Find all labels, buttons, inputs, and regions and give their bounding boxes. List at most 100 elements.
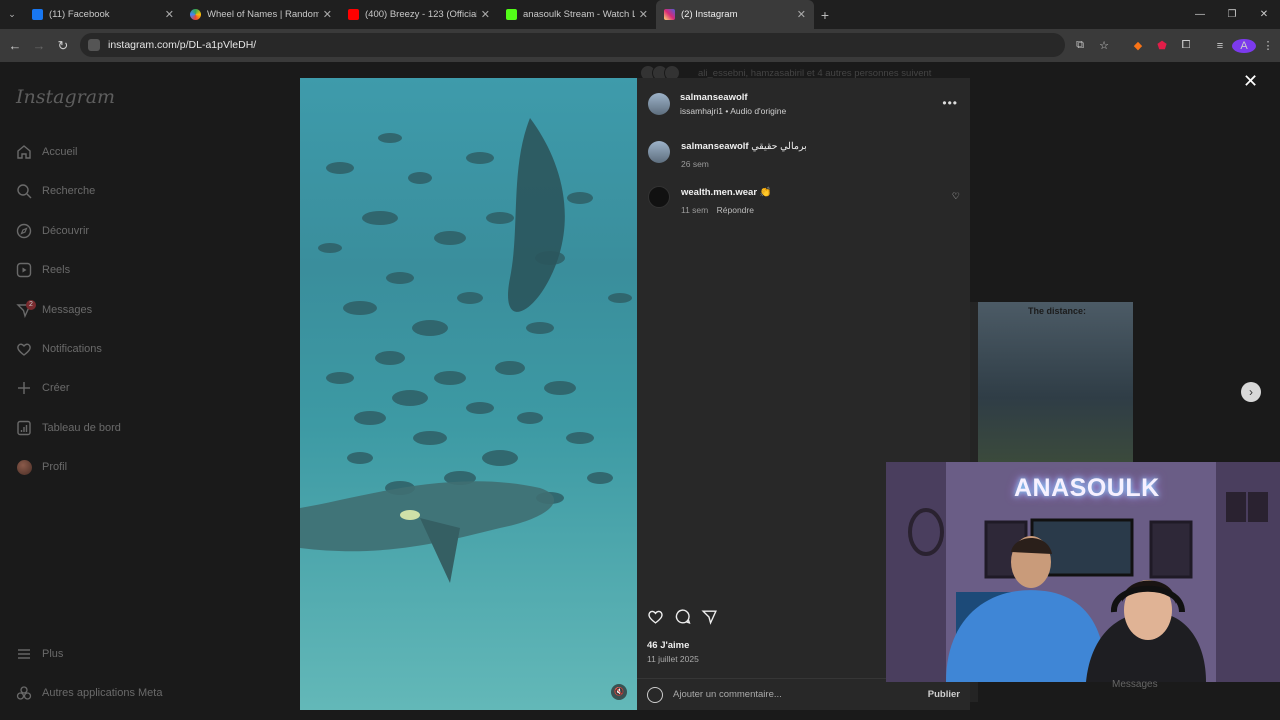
instagram-page: Instagram Accueil Recherche Découvrir Re… <box>0 62 1280 720</box>
search-icon <box>16 183 32 199</box>
instagram-logo[interactable]: Instagram <box>16 86 115 108</box>
close-window-icon[interactable]: ✕ <box>1248 0 1280 29</box>
comment-icon[interactable] <box>674 608 691 629</box>
comment-meta: 11 sem Répondre <box>681 205 754 215</box>
extension-fox-icon[interactable]: ◆ <box>1126 39 1150 52</box>
sidebar-item-tableau-de-bord[interactable]: Tableau de bord <box>16 414 121 442</box>
plus-icon <box>16 380 32 396</box>
reply-button[interactable]: Répondre <box>717 205 754 215</box>
sidebar-item-reels[interactable]: Reels <box>16 256 70 284</box>
address-bar[interactable]: instagram.com/p/DL-a1pVleDH/ <box>80 33 1065 57</box>
minimize-icon[interactable]: — <box>1184 0 1216 29</box>
webcam-overlay: ANASOULK <box>886 462 1280 682</box>
like-icon[interactable] <box>647 608 664 629</box>
tab-instagram[interactable]: (2) Instagram ✕ <box>656 0 814 29</box>
site-info-icon[interactable] <box>88 39 100 51</box>
sidebar-item-messages[interactable]: 2 Messages <box>16 296 92 324</box>
author-avatar[interactable] <box>648 93 670 115</box>
audio-subtitle[interactable]: issamhajri1 • Audio d'origine <box>680 106 786 116</box>
caption-username[interactable]: salmanseawolf <box>681 141 749 152</box>
sidebar-item-label: Accueil <box>42 146 78 158</box>
comment-input[interactable]: Ajouter un commentaire... <box>673 689 782 700</box>
sidebar-item-label: Découvrir <box>42 225 90 237</box>
underwater-scene <box>300 118 632 583</box>
commenter-avatar[interactable] <box>648 186 670 208</box>
emoji-icon[interactable] <box>647 686 663 703</box>
close-tab-icon[interactable]: ✕ <box>797 8 806 21</box>
heart-icon <box>16 341 32 357</box>
mute-icon[interactable]: 🔇 <box>611 684 627 700</box>
share-icon[interactable] <box>701 608 718 629</box>
post-actions <box>647 608 718 629</box>
sidebar-item-decouvrir[interactable]: Découvrir <box>16 217 89 245</box>
author-username[interactable]: salmanseawolf <box>680 92 748 103</box>
caption: salmanseawolf برمالي حقيقي <box>681 141 807 152</box>
tab-youtube[interactable]: (400) Breezy - 123 (Official Mu ✕ <box>340 0 498 29</box>
window-controls: — ❐ ✕ <box>1184 0 1280 29</box>
wheel-favicon-icon <box>190 9 201 20</box>
sidebar-item-profil[interactable]: Profil <box>16 453 67 481</box>
forward-arrow-icon[interactable]: → <box>27 38 51 53</box>
publish-button[interactable]: Publier <box>928 689 960 700</box>
tab-title: (11) Facebook <box>49 9 110 20</box>
media-controls-icon[interactable]: ≡ <box>1208 40 1232 52</box>
tab-kick[interactable]: anasoulk Stream - Watch Live o ✕ <box>498 0 656 29</box>
toolbar-actions: ⧉ ☆ ◆ ⬟ ⧠ ≡ A ⋮ <box>1068 29 1280 62</box>
tab-search-button[interactable]: ⌄ <box>0 0 24 29</box>
bookmark-star-icon[interactable]: ☆ <box>1092 39 1116 52</box>
dashboard-icon <box>16 420 32 436</box>
sidebar-item-label: Reels <box>42 264 71 276</box>
new-tab-button[interactable]: + <box>814 7 836 23</box>
meta-apps-icon <box>16 685 32 701</box>
sidebar-item-accueil[interactable]: Accueil <box>16 138 77 166</box>
browser-menu-icon[interactable]: ⋮ <box>1256 39 1280 52</box>
sidebar-item-label: Notifications <box>42 343 102 355</box>
like-comment-icon[interactable]: ♡ <box>952 191 960 202</box>
reload-icon[interactable]: ↻ <box>51 38 75 54</box>
sidebar-item-notifications[interactable]: Notifications <box>16 335 102 363</box>
caption-text: برمالي حقيقي <box>751 141 807 152</box>
add-comment-row: Ajouter un commentaire... Publier <box>637 678 970 710</box>
close-tab-icon[interactable]: ✕ <box>639 8 648 21</box>
profile-avatar[interactable]: A <box>1232 38 1256 53</box>
post-header: salmanseawolf issamhajri1 • Audio d'orig… <box>637 78 970 134</box>
sidebar: Instagram Accueil Recherche Découvrir Re… <box>0 62 240 720</box>
sidebar-item-creer[interactable]: Créer <box>16 374 70 402</box>
post-video[interactable]: 🔇 <box>300 78 637 710</box>
comment-item: wealth.men.wear 👏 <box>681 187 772 198</box>
sidebar-item-label: Autres applications Meta <box>42 687 163 699</box>
facebook-favicon-icon <box>32 9 43 20</box>
extensions-puzzle-icon[interactable]: ⧠ <box>1174 39 1198 52</box>
close-tab-icon[interactable]: ✕ <box>481 8 490 21</box>
chevron-right-icon[interactable]: › <box>1241 382 1261 402</box>
comment-username[interactable]: wealth.men.wear <box>681 187 757 198</box>
sidebar-item-label: Créer <box>42 382 70 394</box>
messages-button[interactable]: Messages <box>1112 679 1158 690</box>
tab-title: anasoulk Stream - Watch Live o <box>523 9 635 20</box>
sidebar-item-label: Recherche <box>42 185 96 197</box>
menu-icon <box>16 646 32 662</box>
sidebar-item-recherche[interactable]: Recherche <box>16 177 95 205</box>
card-title: The distance: <box>1028 306 1087 316</box>
tab-title: Wheel of Names | Random name <box>207 9 319 20</box>
install-app-icon[interactable]: ⧉ <box>1068 39 1092 52</box>
sidebar-item-plus[interactable]: Plus <box>16 640 63 668</box>
likes-count[interactable]: 46 J'aime <box>647 640 689 651</box>
restore-icon[interactable]: ❐ <box>1216 0 1248 29</box>
tab-facebook[interactable]: (11) Facebook ✕ <box>24 0 182 29</box>
extension-shield-icon[interactable]: ⬟ <box>1150 39 1174 52</box>
sidebar-item-label: Profil <box>42 461 68 473</box>
sidebar-item-label: Plus <box>42 648 64 660</box>
browser-toolbar: ← → ↻ instagram.com/p/DL-a1pVleDH/ ⧉ ☆ ◆… <box>0 29 1280 62</box>
close-tab-icon[interactable]: ✕ <box>165 8 174 21</box>
profile-avatar <box>16 459 32 475</box>
close-icon[interactable]: ✕ <box>1243 71 1258 92</box>
tab-wheel-of-names[interactable]: Wheel of Names | Random name ✕ <box>182 0 340 29</box>
reels-icon <box>16 262 32 278</box>
caption-avatar[interactable] <box>648 141 670 163</box>
sidebar-item-meta-apps[interactable]: Autres applications Meta <box>16 679 162 707</box>
more-options-icon[interactable]: ••• <box>942 96 958 110</box>
close-tab-icon[interactable]: ✕ <box>323 8 332 21</box>
tab-title: (2) Instagram <box>681 9 738 20</box>
back-arrow-icon[interactable]: ← <box>3 38 27 53</box>
